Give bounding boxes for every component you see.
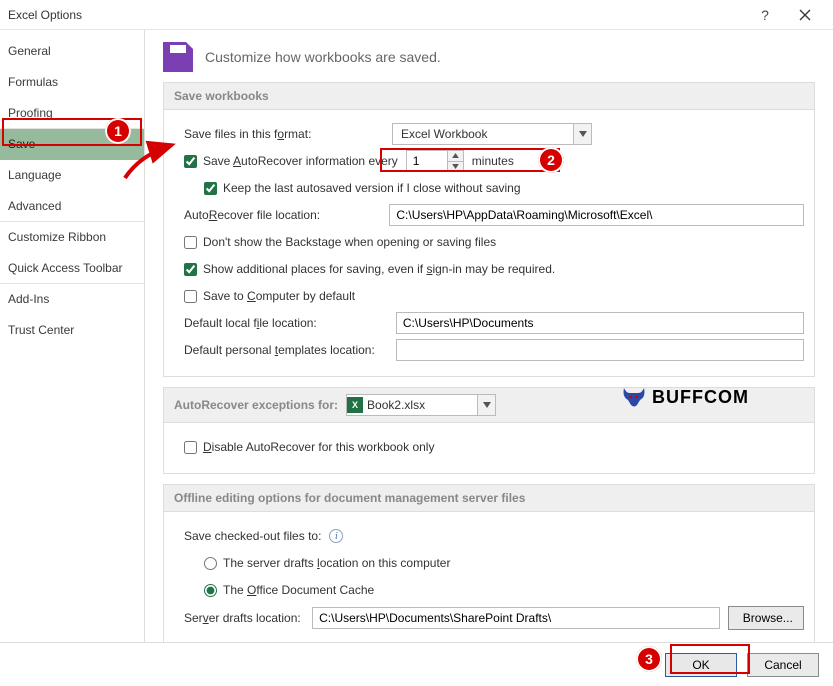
close-icon[interactable] (785, 2, 825, 28)
ok-button[interactable]: OK (665, 653, 737, 677)
annotation-badge-2: 2 (538, 147, 564, 173)
default-location-input[interactable] (396, 312, 804, 334)
browse-button[interactable]: Browse... (728, 606, 804, 630)
drafts-location-input[interactable] (312, 607, 720, 629)
sidebar-item-advanced[interactable]: Advanced (0, 191, 144, 222)
bull-icon (620, 385, 648, 409)
autorec-location-input[interactable] (389, 204, 804, 226)
autorecover-checkbox[interactable]: Save AutoRecover information every (184, 154, 398, 168)
sidebar-item-formulas[interactable]: Formulas (0, 67, 144, 98)
sidebar-item-label: General (8, 44, 51, 58)
sidebar-item-label: Quick Access Toolbar (8, 261, 123, 275)
backstage-label: Don't show the Backstage when opening or… (203, 235, 496, 249)
spinner-down-icon[interactable] (448, 161, 463, 172)
sidebar-item-trust-center[interactable]: Trust Center (0, 315, 144, 346)
content-panel: Customize how workbooks are saved. Save … (145, 30, 833, 642)
keep-last-label: Keep the last autosaved version if I clo… (223, 181, 521, 195)
dialog-footer: OK Cancel (0, 642, 833, 686)
autorecover-interval-input[interactable] (407, 151, 447, 171)
sidebar-item-label: Advanced (8, 199, 61, 213)
disable-autorecover-checkbox[interactable]: Disable AutoRecover for this workbook on… (184, 440, 434, 454)
save-to-computer-checkbox[interactable]: Save to Computer by default (184, 289, 355, 303)
section-title: Save workbooks (164, 83, 814, 110)
drafts-location-label: Server drafts location: (184, 611, 304, 625)
chevron-down-icon (573, 124, 591, 144)
format-select[interactable]: Excel Workbook (392, 123, 592, 145)
exceptions-book-select[interactable]: X Book2.xlsx (346, 394, 496, 416)
keep-last-checkbox[interactable]: Keep the last autosaved version if I clo… (204, 181, 521, 195)
format-value: Excel Workbook (393, 127, 495, 141)
save-disk-icon (163, 42, 193, 72)
section-offline-editing: Offline editing options for document man… (163, 484, 815, 642)
info-icon[interactable]: i (329, 529, 343, 543)
exceptions-book-value: Book2.xlsx (367, 398, 433, 412)
watermark-logo: BUFFCOM (620, 385, 749, 409)
section-save-workbooks: Save workbooks Save files in this format… (163, 82, 815, 377)
page-title: Customize how workbooks are saved. (205, 49, 441, 65)
autorec-location-label: AutoRecover file location: (184, 208, 381, 222)
server-drafts-radio[interactable]: The server drafts location on this compu… (204, 556, 450, 570)
sidebar-item-general[interactable]: General (0, 36, 144, 67)
spinner-up-icon[interactable] (448, 151, 463, 161)
additional-places-checkbox[interactable]: Show additional places for saving, even … (184, 262, 555, 276)
additional-places-label: Show additional places for saving, even … (203, 262, 555, 276)
help-icon[interactable]: ? (745, 2, 785, 28)
autorecover-interval-spinner[interactable] (406, 150, 464, 172)
sidebar-item-label: Language (8, 168, 61, 182)
sidebar-item-label: Save (8, 137, 35, 151)
sidebar-item-quick-access[interactable]: Quick Access Toolbar (0, 253, 144, 284)
annotation-badge-3: 3 (636, 646, 662, 672)
excel-file-icon: X (347, 397, 363, 413)
sidebar-item-label: Proofing (8, 106, 53, 120)
save-to-computer-label: Save to Computer by default (203, 289, 355, 303)
format-label: Save files in this format: (184, 127, 384, 141)
sidebar-item-label: Trust Center (8, 323, 74, 337)
sidebar-item-add-ins[interactable]: Add-Ins (0, 284, 144, 315)
server-drafts-label: The server drafts location on this compu… (223, 556, 450, 570)
checkout-label: Save checked-out files to: (184, 529, 321, 543)
document-cache-label: The Office Document Cache (223, 583, 374, 597)
chevron-down-icon (477, 395, 495, 415)
autorecover-label: Save AutoRecover information every (203, 154, 398, 168)
document-cache-radio[interactable]: The Office Document Cache (204, 583, 374, 597)
templates-location-input[interactable] (396, 339, 804, 361)
sidebar-item-customize-ribbon[interactable]: Customize Ribbon (0, 222, 144, 253)
backstage-checkbox[interactable]: Don't show the Backstage when opening or… (184, 235, 496, 249)
window-title: Excel Options (8, 8, 82, 22)
cancel-button[interactable]: Cancel (747, 653, 819, 677)
disable-autorecover-label: Disable AutoRecover for this workbook on… (203, 440, 434, 454)
sidebar-item-label: Formulas (8, 75, 58, 89)
minutes-label: minutes (472, 154, 514, 168)
sidebar-item-label: Customize Ribbon (8, 230, 106, 244)
section-title: Offline editing options for document man… (164, 485, 814, 512)
sidebar-item-label: Add-Ins (8, 292, 49, 306)
annotation-arrow-icon (120, 140, 180, 180)
templates-location-label: Default personal templates location: (184, 343, 388, 357)
default-location-label: Default local file location: (184, 316, 388, 330)
